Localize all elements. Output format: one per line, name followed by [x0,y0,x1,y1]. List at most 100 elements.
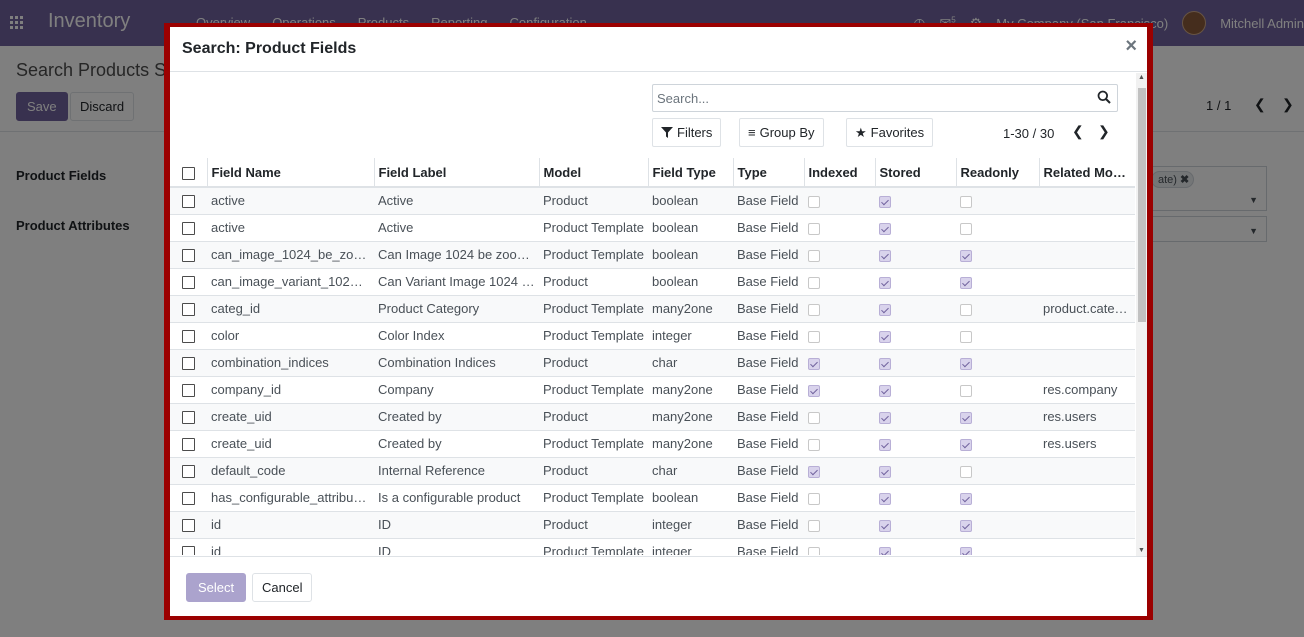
indexed-checkbox [808,546,820,555]
row-checkbox-cell [170,484,207,511]
type-cell: Base Field [733,187,804,214]
field-type-cell: boolean [652,274,699,289]
row-checkbox[interactable] [182,411,195,425]
field-name-cell: company_id [211,382,282,397]
table-row[interactable]: create_uid Created by Product many2one Base … [170,403,1135,430]
row-checkbox[interactable] [182,276,195,290]
type-cell: Base Field [733,457,804,484]
type-cell: Base Field [737,328,799,343]
stored-checkbox [879,438,891,451]
model-cell: Product Template [543,382,644,397]
column-type[interactable]: Type [732,158,804,188]
row-checkbox[interactable] [182,222,195,236]
scroll-down-icon[interactable]: ▼ [1138,547,1145,554]
stored-checkbox [879,222,891,235]
table-row[interactable]: create_uid Created by Product Template many… [170,430,1135,457]
readonly-checkbox [960,411,972,424]
table-row[interactable]: categ_id Product Category Product Template… [170,295,1135,322]
field-label-cell: Color Index [378,328,445,343]
search-icon[interactable] [1097,90,1111,104]
row-checkbox[interactable] [182,249,195,263]
indexed-checkbox [808,438,820,451]
scrollbar-thumb[interactable] [1138,88,1146,322]
related-model-cell [1039,187,1135,214]
table-row[interactable]: can_image_1024_be_zo… Can Image 1024 be z… [170,241,1135,268]
row-checkbox-cell [170,376,207,403]
favorites-label: Favorites [870,125,925,140]
field-name-cell: combination_indices [207,349,374,376]
stored-checkbox [879,249,891,262]
related-model-cell [1039,511,1135,538]
column-field-type[interactable]: Field Type [647,158,733,188]
field-type-cell: boolean [648,241,733,268]
field-type-cell: boolean [648,187,733,214]
table-row[interactable]: color Color Index Product Template integer B… [170,322,1135,349]
column-field-label[interactable]: Field Label [373,158,539,188]
table-scrollbar[interactable]: ▲ ▼ [1136,73,1147,556]
select-all-checkbox[interactable] [181,166,195,180]
stored-checkbox [879,492,891,505]
table-header: Field Name Field Label Model Field Type … [170,158,1135,188]
stored-cell [875,187,956,214]
row-checkbox-cell [170,214,207,241]
table-row[interactable]: active Active Product boolean Base Field [170,187,1135,214]
field-label-cell: Can Image 1024 be zoo… [374,241,539,268]
indexed-cell [804,376,875,403]
related-model-cell [1039,349,1135,376]
field-type-cell: integer [652,328,692,343]
row-checkbox[interactable] [182,357,195,371]
column-model[interactable]: Model [538,158,648,188]
table-row[interactable]: id ID Product integer Base Field [170,511,1135,538]
readonly-cell [956,295,1039,322]
column-related-model[interactable]: Related Model [1038,158,1135,188]
table-row[interactable]: combination_indices Combination Indices Pr… [170,349,1135,376]
favorites-button[interactable]: ★ Favorites [846,118,934,147]
field-type-cell: many2one [652,382,713,397]
row-checkbox[interactable] [182,465,195,479]
row-checkbox[interactable] [182,438,195,452]
row-checkbox[interactable] [182,384,195,398]
readonly-cell [956,376,1039,403]
column-stored[interactable]: Stored [874,158,956,188]
scroll-up-icon[interactable]: ▲ [1138,74,1145,81]
row-checkbox[interactable] [182,546,195,555]
readonly-cell [956,403,1039,430]
row-checkbox[interactable] [182,330,195,344]
table-row[interactable]: has_configurable_attribu… Is a configurab… [170,484,1135,511]
cancel-button[interactable]: Cancel [252,573,313,602]
field-label-cell: Combination Indices [374,349,539,376]
table-row[interactable]: default_code Internal Reference Product cha… [170,457,1135,484]
column-field-name[interactable]: Field Name [206,158,374,188]
table-row[interactable]: company_id Company Product Template many2on… [170,376,1135,403]
column-readonly[interactable]: Readonly [955,158,1039,188]
field-label-cell: Product Category [374,295,539,322]
row-checkbox[interactable] [182,195,195,209]
field-name-cell: can_image_variant_102… [211,274,363,289]
indexed-checkbox [808,195,820,208]
group-by-button[interactable]: ≡ Group By [739,118,824,147]
row-checkbox-cell [170,349,207,376]
row-checkbox[interactable] [182,492,195,506]
row-checkbox-cell [170,322,207,349]
indexed-checkbox [808,303,820,316]
table-row[interactable]: id ID Product Template integer Base Field [170,538,1135,555]
filters-button[interactable]: Filters [652,118,722,147]
field-type-cell: integer [652,544,692,555]
model-cell: Product Template [543,490,644,505]
dialog-pager[interactable]: 1-30 / 30 [1003,126,1054,141]
type-cell: Base Field [733,349,804,376]
close-icon[interactable]: × [1125,35,1137,58]
row-checkbox[interactable] [182,519,195,533]
search-input[interactable] [657,89,1087,108]
stored-cell [875,511,956,538]
pager-prev-icon[interactable]: ❮ [1072,123,1084,140]
stored-checkbox [879,411,891,424]
row-checkbox[interactable] [182,303,195,317]
pager-next-icon[interactable]: ❯ [1098,123,1110,140]
table-row[interactable]: can_image_variant_102… Can Variant Image … [170,268,1135,295]
stored-cell [875,538,956,555]
column-indexed[interactable]: Indexed [803,158,875,188]
table-row[interactable]: active Active Product Template boolean Base … [170,214,1135,241]
model-cell: Product Template [539,295,648,322]
select-button[interactable]: Select [186,573,247,602]
